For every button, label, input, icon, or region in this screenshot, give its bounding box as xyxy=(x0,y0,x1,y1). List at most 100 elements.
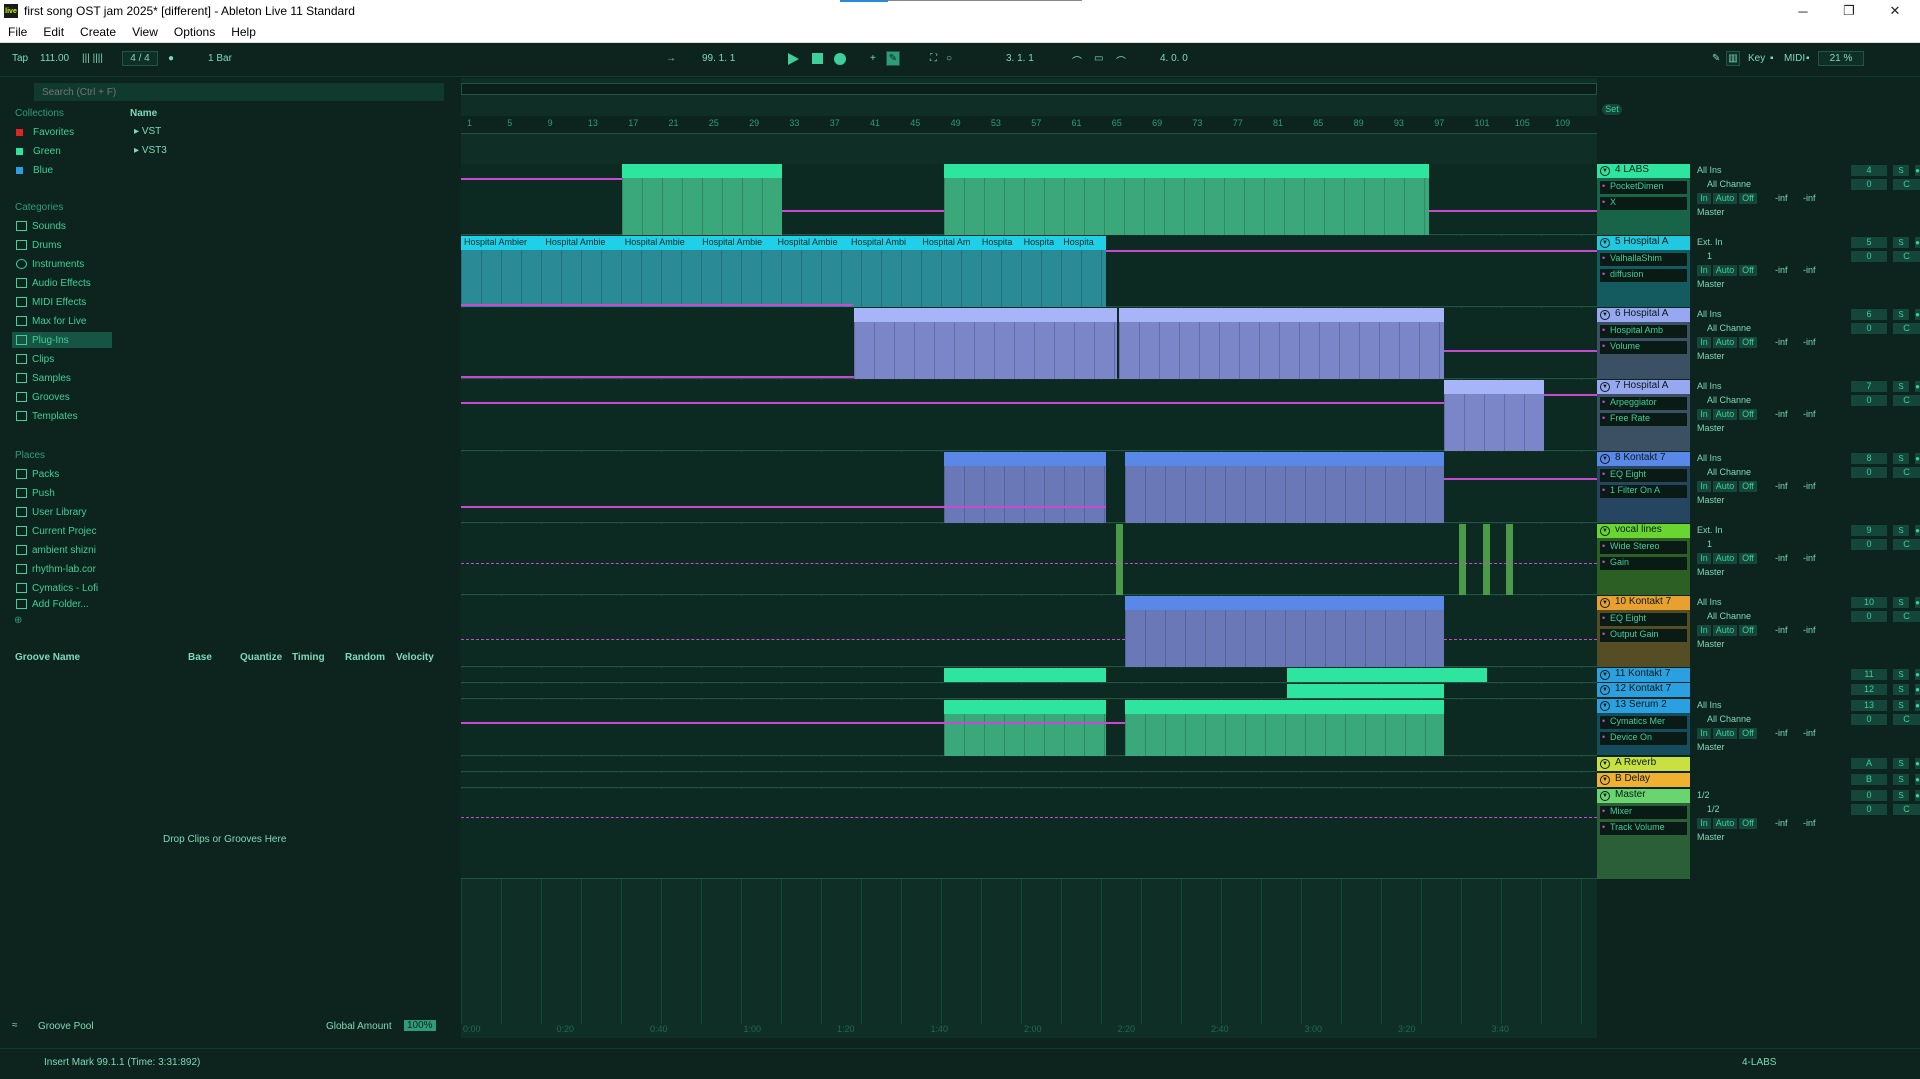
volume-field[interactable]: 0 xyxy=(1851,611,1887,622)
monitor-off-button[interactable]: Off xyxy=(1739,409,1757,420)
monitor-in-button[interactable]: In xyxy=(1697,481,1711,492)
monitor-in-button[interactable]: In xyxy=(1697,728,1711,739)
monitor-off-button[interactable]: Off xyxy=(1739,728,1757,739)
set-button[interactable]: Set xyxy=(1602,104,1622,115)
arm-icon[interactable]: ● xyxy=(1915,381,1920,392)
close-button[interactable]: ✕ xyxy=(1872,0,1918,22)
automation-chooser[interactable]: Hospital Amb xyxy=(1600,325,1687,338)
arm-icon[interactable]: ● xyxy=(1915,669,1920,680)
track-number-button[interactable]: 9 xyxy=(1851,525,1887,536)
draw-mode-icon[interactable]: ✎ xyxy=(1712,53,1720,64)
monitor-off-button[interactable]: Off xyxy=(1739,265,1757,276)
arm-icon[interactable]: ● xyxy=(1915,790,1920,801)
track-title[interactable]: ▼ B Delay xyxy=(1597,773,1690,787)
input-type-menu[interactable]: Ext. In xyxy=(1697,525,1723,535)
stop-button[interactable] xyxy=(812,53,823,64)
track-header[interactable]: ▼ 13 Serum 2 Cymatics Mer Device On xyxy=(1597,699,1690,755)
input-type-menu[interactable]: Ext. In xyxy=(1697,237,1723,247)
track-number-button[interactable]: A xyxy=(1851,758,1887,769)
track-number-button[interactable]: 8 xyxy=(1851,453,1887,464)
hospital-6-clip-1[interactable] xyxy=(854,308,1117,379)
track-title[interactable]: ▼ 7 Hospital A xyxy=(1597,380,1690,394)
pan-field[interactable]: C xyxy=(1893,804,1920,815)
output-menu[interactable]: Master xyxy=(1697,639,1725,649)
solo-button[interactable]: S xyxy=(1893,453,1909,464)
follow-icon[interactable]: → xyxy=(666,53,676,64)
volume-field[interactable]: 0 xyxy=(1851,323,1887,334)
monitor-off-button[interactable]: Off xyxy=(1739,625,1757,636)
menu-create[interactable]: Create xyxy=(72,25,124,39)
fold-icon[interactable]: ▼ xyxy=(1600,454,1610,464)
monitor-in-button[interactable]: In xyxy=(1697,553,1711,564)
category-templates[interactable]: Templates xyxy=(12,408,112,424)
pan-field[interactable]: C xyxy=(1893,395,1920,406)
track-header[interactable]: ▼ vocal lines Wide Stereo Gain xyxy=(1597,524,1690,595)
automation-line[interactable] xyxy=(461,722,1125,724)
browser-search-input[interactable] xyxy=(34,83,444,101)
pan-field[interactable]: C xyxy=(1893,179,1920,190)
lane-6-hospital[interactable] xyxy=(461,308,1597,379)
solo-button[interactable]: S xyxy=(1893,165,1909,176)
loop-length-field[interactable]: 4. 0. 0 xyxy=(1160,53,1188,64)
volume-field[interactable]: 0 xyxy=(1851,395,1887,406)
nudge-icon[interactable]: ||| |||| xyxy=(82,53,103,64)
track-number-button[interactable]: 7 xyxy=(1851,381,1887,392)
automation-chooser[interactable]: Device On xyxy=(1600,732,1687,745)
menu-help[interactable]: Help xyxy=(223,25,264,39)
output-menu[interactable]: Master xyxy=(1697,423,1725,433)
kontakt-8-clip-2[interactable] xyxy=(1125,452,1444,523)
beat-ruler[interactable]: 1 5 9 13 17 21 25 29 33 37 41 45 49 53 57 61 65 69 73 77 81 8… xyxy=(461,116,1597,134)
category-instruments[interactable]: Instruments xyxy=(12,256,112,272)
category-samples[interactable]: Samples xyxy=(12,370,112,386)
input-type-menu[interactable]: All Ins xyxy=(1697,165,1722,175)
automation-line-dashed[interactable] xyxy=(461,639,1125,640)
track-title[interactable]: ▼ 5 Hospital A xyxy=(1597,236,1690,250)
metronome-icon[interactable]: ● xyxy=(168,53,174,64)
serum-clip-1[interactable] xyxy=(944,700,1106,756)
input-channel-menu[interactable]: All Channe xyxy=(1707,714,1751,724)
punch-out-icon[interactable]: ⌒ xyxy=(1116,53,1126,68)
menu-view[interactable]: View xyxy=(124,25,166,39)
lane-4-labs[interactable] xyxy=(461,164,1597,235)
loop-icon[interactable]: ▭ xyxy=(1094,53,1103,64)
tempo-field[interactable]: 111.00 xyxy=(40,53,69,64)
monitor-in-button[interactable]: In xyxy=(1697,337,1711,348)
category-grooves[interactable]: Grooves xyxy=(12,389,112,405)
input-channel-menu[interactable]: All Channe xyxy=(1707,395,1751,405)
monitor-off-button[interactable]: Off xyxy=(1739,818,1757,829)
place-cymatics[interactable]: Cymatics - Lofi xyxy=(12,580,112,596)
fold-icon[interactable]: ▼ xyxy=(1600,382,1610,392)
fold-icon[interactable]: ▼ xyxy=(1600,310,1610,320)
track-header[interactable]: ▼ 6 Hospital A Hospital Amb Volume xyxy=(1597,308,1690,379)
fold-icon[interactable]: ▼ xyxy=(1600,775,1610,785)
automation-chooser[interactable]: Output Gain xyxy=(1600,629,1687,642)
track-header[interactable]: ▼ Master Mixer Track Volume xyxy=(1597,789,1690,879)
track-header[interactable]: ▼ 4 LABS PocketDimen X xyxy=(1597,164,1690,235)
automation-line[interactable] xyxy=(1106,250,1597,252)
monitor-off-button[interactable]: Off xyxy=(1739,193,1757,204)
solo-button[interactable]: S xyxy=(1893,684,1909,695)
solo-button[interactable]: S xyxy=(1893,525,1909,536)
track-title[interactable]: ▼ Master xyxy=(1597,789,1690,803)
solo-button[interactable]: S xyxy=(1893,774,1909,785)
lane-11-kontakt[interactable] xyxy=(461,668,1597,683)
kontakt-8-clip-1[interactable] xyxy=(944,452,1106,523)
menu-options[interactable]: Options xyxy=(166,25,223,39)
solo-button[interactable]: S xyxy=(1893,669,1909,680)
labs-clip-1[interactable] xyxy=(622,164,782,235)
menu-edit[interactable]: Edit xyxy=(35,25,72,39)
input-type-menu[interactable]: 1/2 xyxy=(1697,790,1710,800)
minimize-button[interactable]: ─ xyxy=(1780,0,1826,22)
solo-button[interactable]: S xyxy=(1893,309,1909,320)
song-overview[interactable] xyxy=(461,83,1597,95)
arm-icon[interactable]: ● xyxy=(1915,453,1920,464)
fold-icon[interactable]: ▼ xyxy=(1600,238,1610,248)
lane-a-reverb[interactable] xyxy=(461,757,1597,772)
monitor-auto-button[interactable]: Auto xyxy=(1713,818,1737,829)
vocal-clip-4[interactable] xyxy=(1506,524,1513,595)
monitor-off-button[interactable]: Off xyxy=(1739,553,1757,564)
arm-icon[interactable]: ● xyxy=(1915,758,1920,769)
automation-chooser[interactable]: Cymatics Mer xyxy=(1600,716,1687,729)
fold-icon[interactable]: ▼ xyxy=(1600,526,1610,536)
monitor-in-button[interactable]: In xyxy=(1697,409,1711,420)
